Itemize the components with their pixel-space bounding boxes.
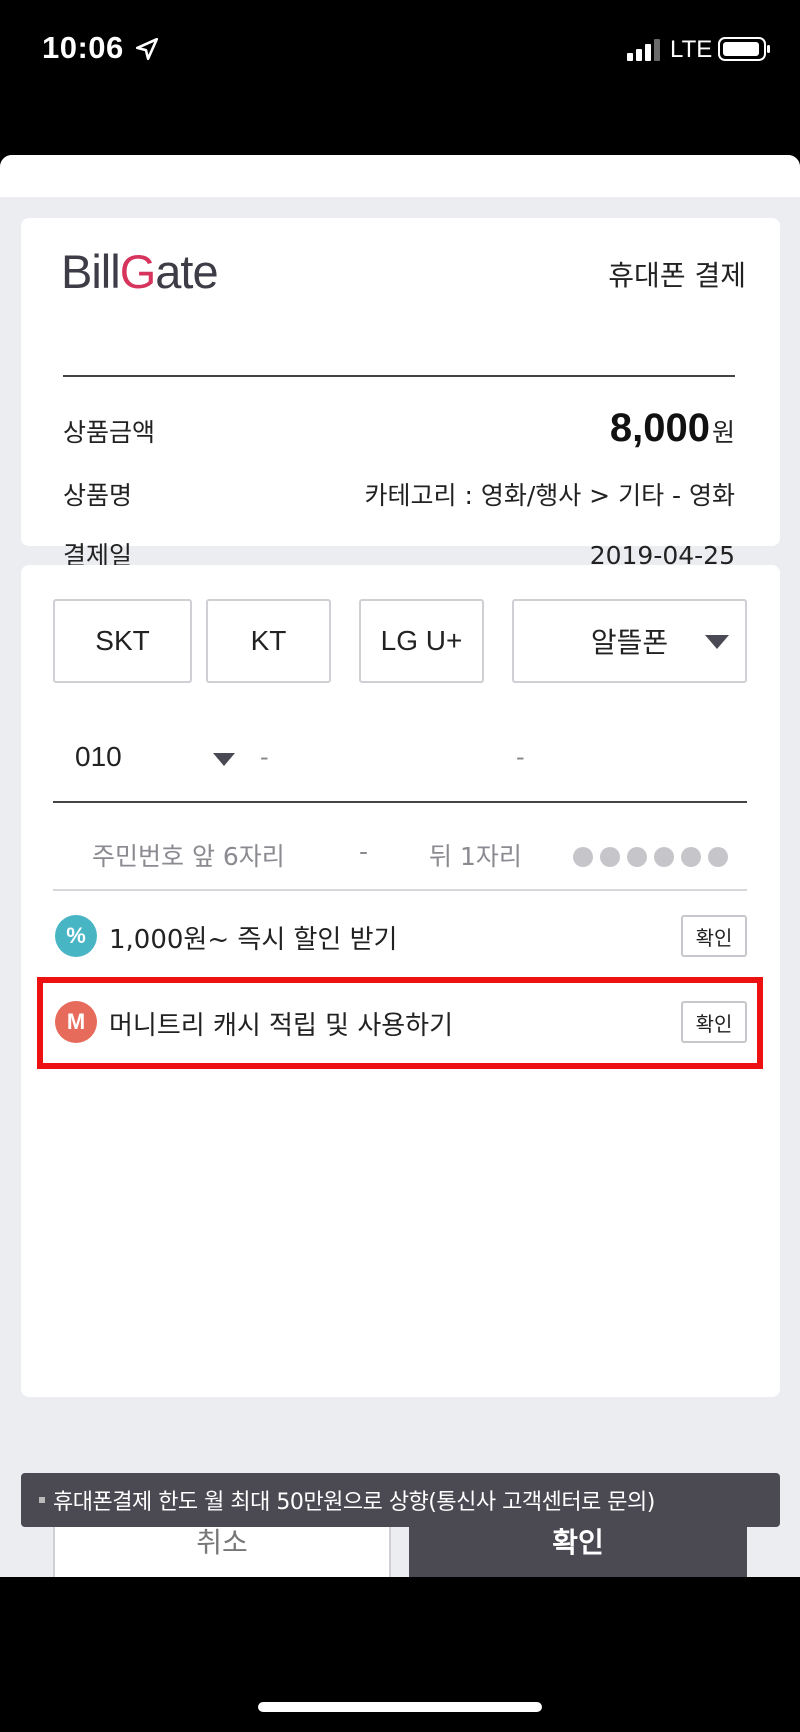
amount-value: 8,000원	[609, 406, 735, 450]
network-type: LTE	[670, 36, 713, 63]
location-arrow-icon	[135, 37, 159, 61]
product-value: 카테고리 : 영화/행사 > 기타 - 영화	[364, 481, 736, 510]
discount-confirm-button[interactable]: 확인	[681, 915, 747, 957]
carrier-skt-button[interactable]: SKT	[53, 599, 192, 683]
status-bar: 10:06 LTE	[0, 0, 800, 100]
chevron-down-icon	[705, 635, 729, 649]
id-separator: -	[359, 837, 369, 866]
payment-sheet: BillGate 휴대폰 결제 상품금액 8,000원 상품명 카테고리 : 영…	[0, 155, 800, 1577]
percent-icon: %	[55, 915, 97, 957]
limit-notice-banner: 휴대폰결제 한도 월 최대 50만원으로 상향(통신사 고객센터로 문의)	[21, 1473, 780, 1527]
phone-number-field[interactable]: 010 - -	[53, 713, 747, 803]
masked-digits	[573, 847, 728, 867]
product-label: 상품명	[63, 481, 133, 510]
carrier-mvno-select[interactable]: 알뜰폰	[512, 599, 747, 683]
id-front-input[interactable]: 주민번호 앞 6자리	[92, 837, 285, 873]
chevron-down-icon	[213, 753, 235, 766]
home-indicator[interactable]	[258, 1702, 542, 1712]
discount-option-row: % 1,000원~ 즉시 할인 받기 확인	[53, 893, 747, 979]
phone-separator: -	[260, 743, 269, 771]
billgate-logo: BillGate	[61, 245, 219, 298]
battery-icon	[718, 37, 770, 61]
amount-label: 상품금액	[63, 418, 156, 447]
product-row: 상품명 카테고리 : 영화/행사 > 기타 - 영화	[63, 476, 735, 512]
sheet-header-strip	[0, 155, 800, 197]
amount-row: 상품금액 8,000원	[63, 406, 735, 451]
signal-icon	[627, 39, 660, 61]
phone-separator: -	[516, 743, 525, 771]
resident-number-field[interactable]: 주민번호 앞 6자리 - 뒤 1자리	[53, 805, 747, 891]
divider	[63, 375, 735, 377]
notice-text: 휴대폰결제 한도 월 최대 50만원으로 상향(통신사 고객센터로 문의)	[53, 1490, 655, 1515]
discount-option-label: 1,000원~ 즉시 할인 받기	[109, 925, 398, 955]
id-back-input[interactable]: 뒤 1자리	[429, 837, 522, 873]
page-title: 휴대폰 결제	[608, 259, 746, 292]
order-summary-card: BillGate 휴대폰 결제 상품금액 8,000원 상품명 카테고리 : 영…	[21, 218, 780, 570]
carrier-mvno-label: 알뜰폰	[590, 627, 669, 658]
bullet-icon	[39, 1497, 45, 1503]
carrier-kt-button[interactable]: KT	[206, 599, 331, 683]
highlight-box	[37, 977, 763, 1069]
carrier-lgu-button[interactable]: LG U+	[359, 599, 484, 683]
clock: 10:06	[42, 30, 124, 65]
phone-prefix-select[interactable]: 010	[75, 741, 122, 773]
